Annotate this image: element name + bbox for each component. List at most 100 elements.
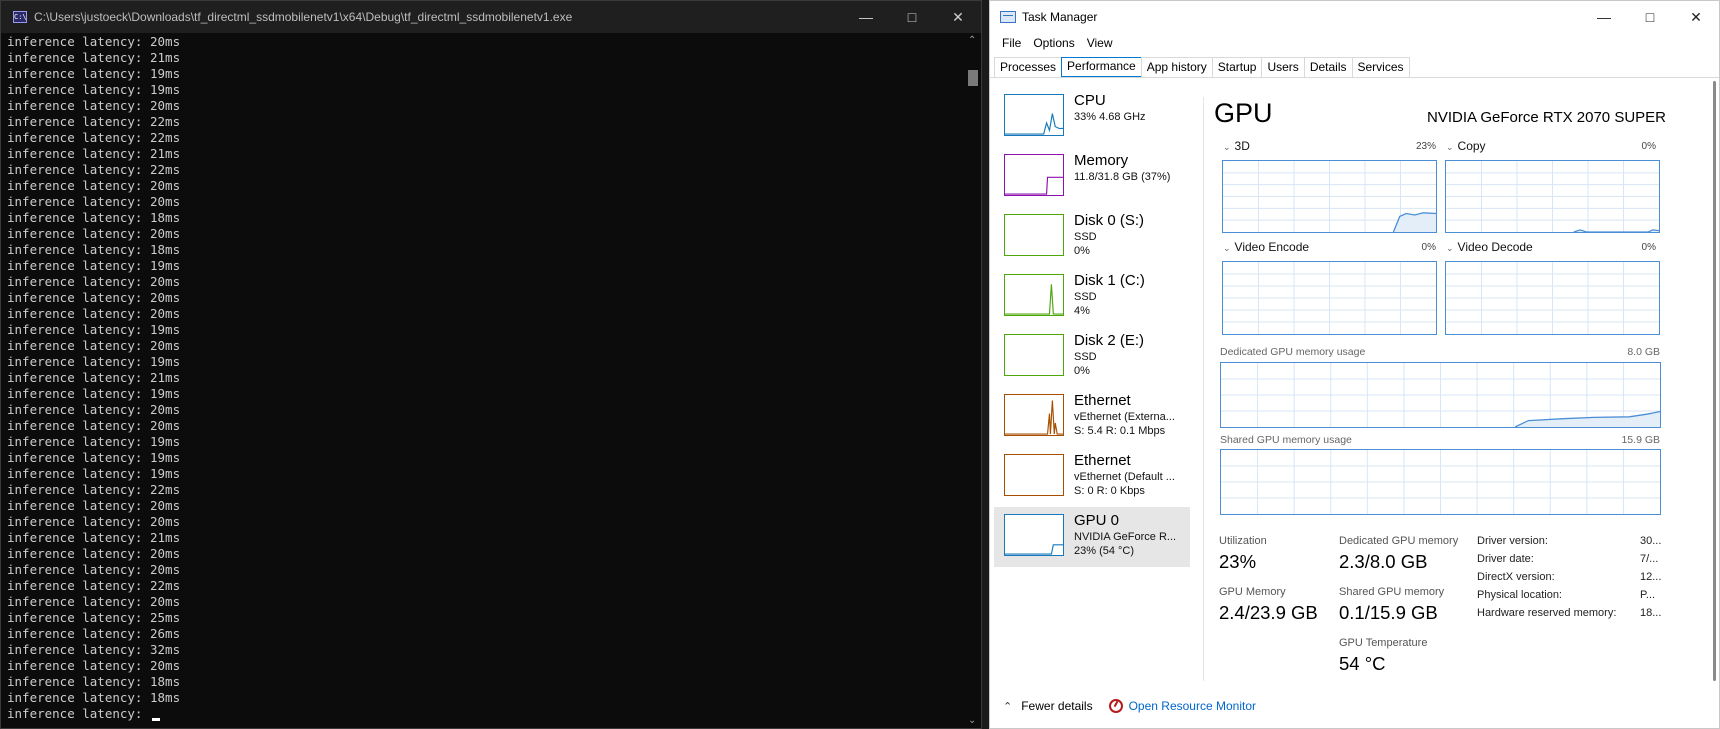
close-button[interactable]: ✕ — [935, 1, 981, 33]
maximize-button[interactable]: □ — [889, 1, 935, 33]
engine-video-decode-pct: 0% — [1641, 242, 1656, 253]
console-line: inference latency: 21ms — [7, 50, 181, 65]
tab-details[interactable]: Details — [1303, 57, 1353, 77]
tab-performance[interactable]: Performance — [1061, 57, 1142, 77]
tab-app-history[interactable]: App history — [1140, 57, 1213, 77]
tab-services[interactable]: Services — [1351, 57, 1410, 77]
engine-copy-pct: 0% — [1641, 141, 1656, 152]
dedicated-gpu-memory-value: 2.3/8.0 GB — [1339, 551, 1428, 572]
resource-sub2: 23% (54 °C) — [1074, 545, 1135, 557]
chevron-down-icon: ⌄ — [1223, 243, 1231, 253]
tm-titlebar[interactable]: Task Manager — □ ✕ — [990, 1, 1719, 33]
tm-maximize-button[interactable]: □ — [1627, 1, 1673, 33]
resource-item[interactable]: Disk 1 (C:) SSD 4% — [994, 267, 1190, 327]
console-line: inference latency: 20ms — [7, 498, 181, 513]
resource-item[interactable]: Disk 0 (S:) SSD 0% — [994, 207, 1190, 267]
menu-options[interactable]: Options — [1027, 36, 1080, 50]
engine-video-decode-label[interactable]: ⌄ Video Decode — [1446, 240, 1533, 254]
chevron-down-icon: ⌄ — [1446, 243, 1454, 253]
resource-item[interactable]: CPU 33% 4.68 GHz — [994, 87, 1190, 147]
tab-startup[interactable]: Startup — [1211, 57, 1263, 77]
console-line: inference latency: 21ms — [7, 530, 181, 545]
scroll-down-icon[interactable]: ⌄ — [968, 715, 976, 726]
minimize-button[interactable]: — — [843, 1, 889, 33]
gpu-title: GPU — [1214, 98, 1273, 128]
resource-sub2: 0% — [1074, 245, 1090, 257]
graph-video-encode — [1222, 261, 1437, 335]
resource-sub1: NVIDIA GeForce R... — [1074, 531, 1177, 543]
detail-scrollbar[interactable] — [1713, 81, 1716, 681]
resource-thumbnail-graph — [1004, 214, 1064, 256]
open-resource-monitor-link[interactable]: Open Resource Monitor — [1108, 699, 1256, 713]
resource-item[interactable]: GPU 0 NVIDIA GeForce R... 23% (54 °C) — [994, 507, 1190, 567]
resource-item[interactable]: Memory 11.8/31.8 GB (37%) — [994, 147, 1190, 207]
graph-video-decode — [1445, 261, 1660, 335]
console-line: inference latency: 25ms — [7, 610, 181, 625]
resource-name: Disk 2 (E:) — [1074, 332, 1145, 349]
resource-item[interactable]: Ethernet vEthernet (Externa... S: 5.4 R: 0… — [994, 387, 1190, 447]
engine-video-encode-label[interactable]: ⌄ Video Encode — [1223, 240, 1309, 254]
console-window: C:\ C:\Users\justoeck\Downloads\tf_direc… — [0, 0, 982, 729]
resource-thumbnail-graph — [1004, 154, 1064, 196]
pane-divider — [1203, 97, 1204, 681]
console-line: inference latency: 19ms — [7, 66, 181, 81]
task-manager-icon — [1000, 11, 1016, 23]
console-line: inference latency: 20ms — [7, 562, 181, 577]
physical-location-key: Physical location: — [1477, 589, 1562, 601]
engine-copy-label[interactable]: ⌄ Copy — [1446, 139, 1486, 153]
resource-thumbnail-graph — [1004, 394, 1064, 436]
console-line: inference latency: 22ms — [7, 130, 181, 145]
console-line: inference latency: 20ms — [7, 178, 181, 193]
resource-name: CPU — [1074, 92, 1106, 109]
resource-name: GPU 0 — [1074, 512, 1120, 529]
menu-view[interactable]: View — [1081, 36, 1119, 50]
scroll-up-icon[interactable]: ⌃ — [968, 35, 976, 46]
console-line: inference latency: 20ms — [7, 418, 181, 433]
menu-bar: File Options View — [990, 33, 1719, 53]
physical-location-value: P... — [1640, 589, 1656, 601]
tm-title: Task Manager — [1022, 10, 1098, 24]
hardware-reserved-key: Hardware reserved memory: — [1477, 607, 1617, 619]
console-line: inference latency: 18ms — [7, 210, 181, 225]
console-line: inference latency: 20ms — [7, 338, 181, 353]
console-line: inference latency: 19ms — [7, 258, 181, 273]
resource-name: Memory — [1074, 152, 1129, 169]
console-line: inference latency: 19ms — [7, 322, 181, 337]
gpu-temperature-value: 54 °C — [1339, 653, 1386, 674]
console-output[interactable]: inference latency: 20ms inference latency… — [1, 33, 965, 728]
tab-processes[interactable]: Processes — [994, 57, 1063, 77]
gpu-memory-label: GPU Memory — [1219, 586, 1286, 598]
resource-monitor-icon — [1108, 699, 1123, 713]
engine-3d-label[interactable]: ⌄ 3D — [1223, 139, 1250, 153]
tm-minimize-button[interactable]: — — [1581, 1, 1627, 33]
scrollbar-thumb[interactable] — [968, 70, 978, 86]
resource-name: Disk 1 (C:) — [1074, 272, 1145, 289]
console-line: inference latency: 20ms — [7, 306, 181, 321]
resource-item[interactable]: Disk 2 (E:) SSD 0% — [994, 327, 1190, 387]
utilization-label: Utilization — [1219, 535, 1267, 547]
resource-thumbnail-graph — [1004, 454, 1064, 496]
resource-sub1: SSD — [1074, 231, 1097, 243]
gpu-temperature-label: GPU Temperature — [1339, 637, 1428, 649]
console-line: inference latency: 26ms — [7, 626, 181, 641]
graph-copy — [1445, 160, 1660, 233]
graph-3d — [1222, 160, 1437, 233]
menu-file[interactable]: File — [996, 36, 1027, 50]
tab-users[interactable]: Users — [1261, 57, 1305, 77]
console-line: inference latency: 20ms — [7, 402, 181, 417]
resource-item[interactable]: Ethernet vEthernet (Default ... S: 0 R: 0 … — [994, 447, 1190, 507]
resource-thumbnail-graph — [1004, 514, 1064, 556]
console-line: inference latency: 18ms — [7, 690, 181, 705]
resource-thumbnail-graph — [1004, 334, 1064, 376]
tm-close-button[interactable]: ✕ — [1673, 1, 1719, 33]
console-line: inference latency: 19ms — [7, 450, 181, 465]
gpu-detail-pane: GPU NVIDIA GeForce RTX 2070 SUPER ⌄ 3D 23… — [1210, 91, 1666, 691]
fewer-details-button[interactable]: ⌃ Fewer details — [1003, 699, 1093, 713]
console-titlebar[interactable]: C:\ C:\Users\justoeck\Downloads\tf_direc… — [1, 1, 981, 33]
console-scrollbar[interactable]: ⌃ ⌄ — [965, 33, 981, 728]
resource-name: Ethernet — [1074, 392, 1131, 409]
resource-sub2: 0% — [1074, 365, 1090, 377]
console-prompt: inference latency: — [7, 706, 150, 721]
resource-sub1: SSD — [1074, 351, 1097, 363]
resource-thumbnail-graph — [1004, 94, 1064, 136]
